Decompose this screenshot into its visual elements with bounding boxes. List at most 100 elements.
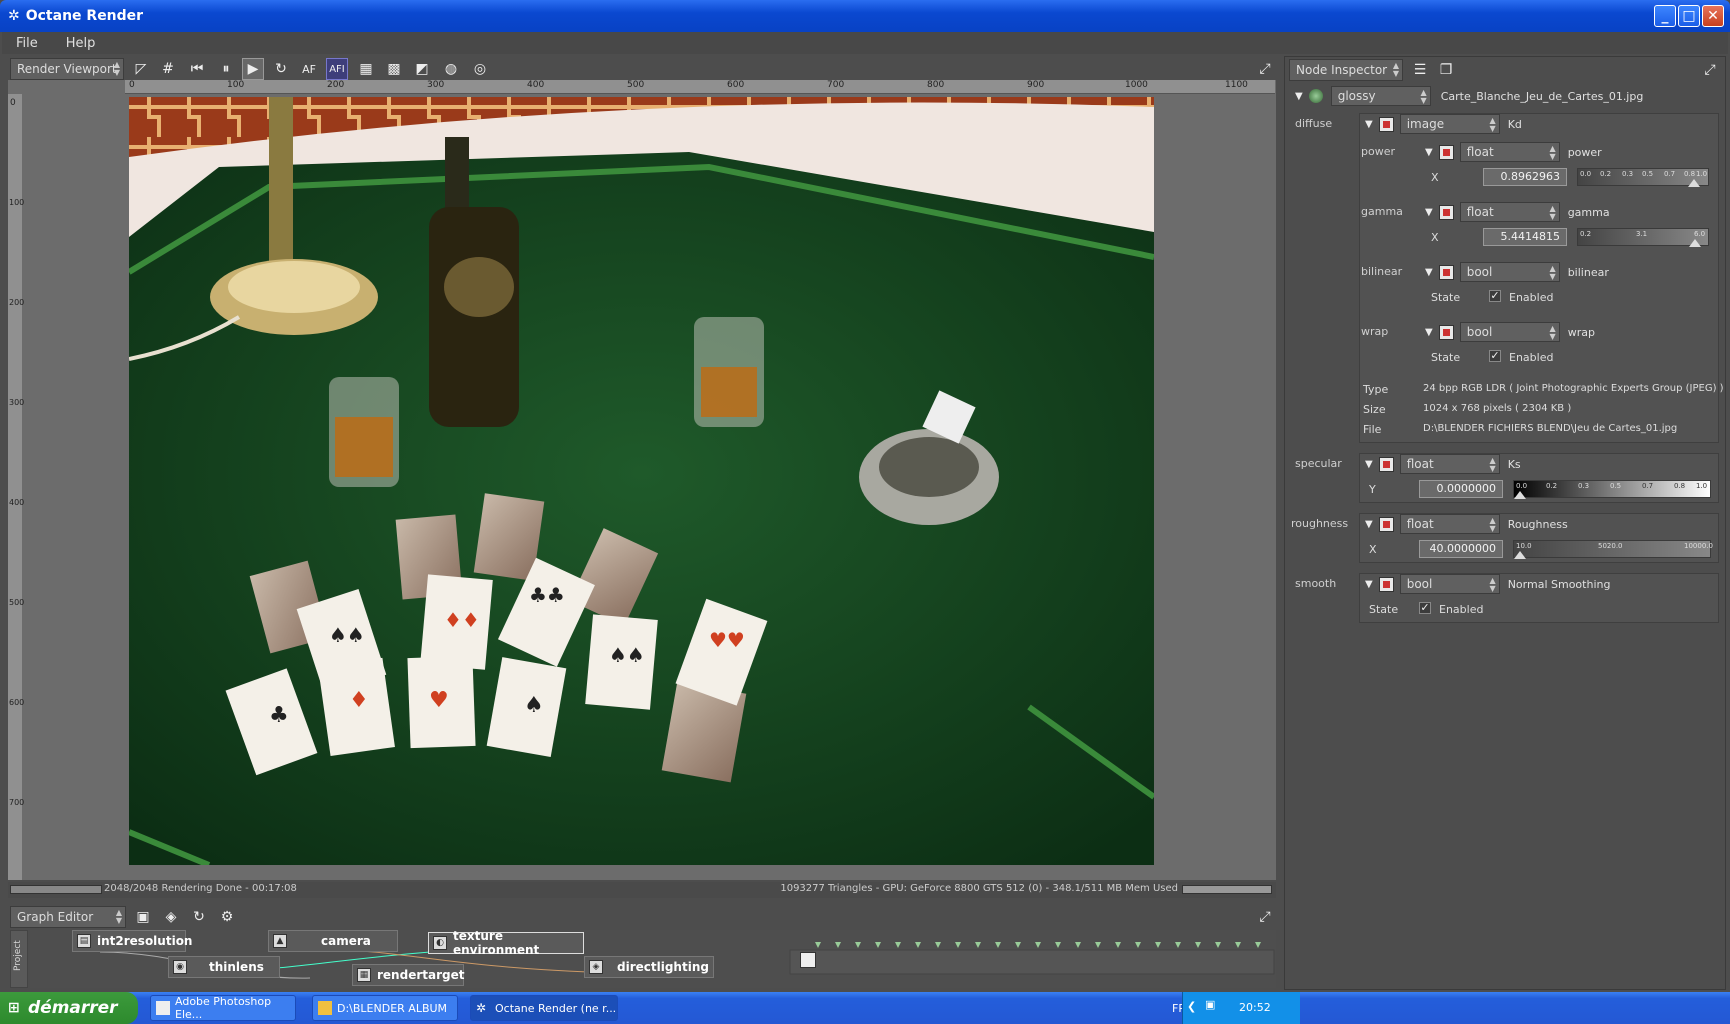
viewport-mode-select[interactable]: Render Viewport ▲ ▼ xyxy=(10,58,124,80)
bilinear-type-select[interactable]: bool ▲ ▼ xyxy=(1459,262,1560,282)
graph-editor-select[interactable]: Graph Editor ▲ ▼ xyxy=(10,906,126,928)
specular-value-field[interactable]: 0.0000000 xyxy=(1419,480,1503,498)
clock[interactable]: 20:52 xyxy=(1239,1001,1271,1014)
slider-thumb[interactable] xyxy=(1514,491,1526,499)
slider-thumb[interactable] xyxy=(1514,551,1526,559)
smooth-node-header[interactable]: ▼ bool ▲ ▼ Normal Smoothing xyxy=(1365,573,1610,595)
specular-node-header[interactable]: ▼ float ▲ ▼ Ks xyxy=(1365,453,1521,475)
alpha-icon[interactable]: ◩ xyxy=(411,58,433,80)
diffuse-type-select[interactable]: image ▲ ▼ xyxy=(1399,114,1500,134)
svg-text:♠♠: ♠♠ xyxy=(609,643,645,667)
minimize-button[interactable]: _ xyxy=(1654,5,1676,27)
collapse-icon[interactable]: ☰ xyxy=(1409,59,1431,81)
float-node-icon xyxy=(1378,456,1394,472)
network-icon[interactable]: ▣ xyxy=(1205,998,1215,1011)
task-octane[interactable]: ✲ Octane Render (ne r... xyxy=(470,995,618,1021)
specular-slider[interactable]: 0.0 0.2 0.3 0.5 0.7 0.8 1.0 xyxy=(1513,480,1711,499)
bilinear-label: bilinear xyxy=(1361,265,1403,278)
slider-thumb[interactable] xyxy=(1689,239,1702,247)
updown-arrows-icon: ▲ ▼ xyxy=(1489,456,1496,473)
copy-icon[interactable]: ❐ xyxy=(1435,59,1457,81)
root-node-row[interactable]: ▼ glossy ▲ ▼ Carte_Blanche_Jeu_de_Cartes_0… xyxy=(1295,85,1715,107)
task-photoshop[interactable]: Adobe Photoshop Ele... xyxy=(150,995,296,1021)
gamma-type-select[interactable]: float ▲ ▼ xyxy=(1459,202,1560,222)
title-bar[interactable]: ✲ Octane Render _ □ ✕ xyxy=(0,0,1730,32)
roughness-slider[interactable]: 10.0 5020.0 10000.0 xyxy=(1513,540,1713,559)
bilinear-checkbox[interactable]: ✓ xyxy=(1489,290,1501,302)
expand-inspector-icon[interactable]: ⤢ xyxy=(1699,59,1721,81)
ruler-tick: 800 xyxy=(927,80,945,90)
menu-file[interactable]: File xyxy=(2,36,52,51)
settings-icon[interactable]: ⚙ xyxy=(216,906,238,928)
region-icon[interactable]: ▦ xyxy=(355,58,377,80)
roughness-node-header[interactable]: ▼ float ▲ ▼ Roughness xyxy=(1365,513,1568,535)
autofocus-picker-button[interactable]: AFI xyxy=(326,58,348,80)
power-scale-0: 0.0 xyxy=(1580,170,1592,178)
gamma-slider[interactable]: 0.2 3.1 6.0 xyxy=(1577,228,1709,247)
wrap-type-select[interactable]: bool ▲ ▼ xyxy=(1459,322,1560,342)
close-button[interactable]: ✕ xyxy=(1702,5,1724,27)
expand-graph-icon[interactable]: ⤢ xyxy=(1254,906,1276,928)
graph-node-texture-environment[interactable]: ◐ texture environment xyxy=(428,929,584,957)
svg-text:♦: ♦ xyxy=(349,688,369,713)
task-label: Octane Render (ne r... xyxy=(495,1001,617,1015)
bilinear-node-header[interactable]: ▼ bool ▲ ▼ bilinear xyxy=(1425,261,1609,283)
folder-icon xyxy=(318,1001,332,1015)
power-node-header[interactable]: ▼ float ▲ ▼ power xyxy=(1425,141,1602,163)
refresh-icon[interactable]: ↻ xyxy=(270,58,292,80)
graph-node-camera[interactable]: ▲ camera xyxy=(268,930,398,952)
smooth-checkbox[interactable]: ✓ xyxy=(1419,602,1431,614)
material-sphere-icon xyxy=(1308,89,1323,103)
graph-node-directlighting[interactable]: ◈ directlighting xyxy=(584,956,714,978)
start-button[interactable]: ⊞ démarrer xyxy=(0,992,138,1024)
smooth-type-label: bool xyxy=(1406,577,1433,591)
graph-node-thinlens[interactable]: ◉ thinlens xyxy=(168,956,280,978)
inspector-select[interactable]: Node Inspector ▲ ▼ xyxy=(1289,59,1403,81)
ruler-tick: 300 xyxy=(9,398,25,407)
diffuse-node-header[interactable]: ▼ image ▲ ▼ Kd xyxy=(1365,113,1522,135)
wrap-node-header[interactable]: ▼ bool ▲ ▼ wrap xyxy=(1425,321,1595,343)
smooth-type-select[interactable]: bool ▲ ▼ xyxy=(1399,574,1500,594)
menu-help[interactable]: Help xyxy=(52,36,110,51)
export-render-icon[interactable]: ◎ xyxy=(469,58,491,80)
power-slider[interactable]: 0.0 0.2 0.3 0.5 0.7 0.8 1.0 xyxy=(1577,168,1709,187)
show-hidden-icons-icon[interactable]: ❮ xyxy=(1187,1000,1196,1013)
specular-type-select[interactable]: float ▲ ▼ xyxy=(1399,454,1500,474)
autofocus-button[interactable]: AF xyxy=(298,58,320,80)
expand-viewport-icon[interactable]: ⤢ xyxy=(1254,58,1276,80)
play-render-icon[interactable]: ▶ xyxy=(242,58,264,80)
task-explorer[interactable]: D:\BLENDER ALBUM xyxy=(312,995,458,1021)
svg-text:♠: ♠ xyxy=(524,693,544,718)
viewport-mode-label: Render Viewport xyxy=(17,62,117,76)
updown-arrows-icon: ▲ ▼ xyxy=(1420,88,1427,105)
updown-arrows-icon: ▲ ▼ xyxy=(1489,516,1496,533)
grid-tool-icon[interactable]: # xyxy=(157,58,179,80)
graph-editor-label: Graph Editor xyxy=(17,910,94,924)
pick-tool-icon[interactable]: ◸ xyxy=(130,58,152,80)
graph-node-rendertarget[interactable]: ▦ rendertarget xyxy=(352,964,464,986)
graph-node-int2resolution[interactable]: ▤ int2resolution xyxy=(72,930,192,952)
maximize-button[interactable]: □ xyxy=(1678,5,1700,27)
task-label: D:\BLENDER ALBUM xyxy=(337,1001,448,1015)
power-scale-4: 0.7 xyxy=(1664,170,1676,178)
specular-name: Ks xyxy=(1507,457,1521,471)
slider-thumb[interactable] xyxy=(1688,179,1701,187)
wrap-checkbox[interactable]: ✓ xyxy=(1489,350,1501,362)
project-side-tab[interactable]: Project xyxy=(10,930,28,988)
material-icon[interactable]: ◈ xyxy=(160,906,182,928)
roughness-value-field[interactable]: 40.0000000 xyxy=(1419,540,1503,558)
gamma-value-field[interactable]: 5.4414815 xyxy=(1483,228,1567,246)
reload-icon[interactable]: ↻ xyxy=(188,906,210,928)
save-render-icon[interactable]: ◍ xyxy=(440,58,462,80)
power-scale-3: 0.5 xyxy=(1642,170,1654,178)
output-node-icon[interactable] xyxy=(800,952,816,968)
root-type-select[interactable]: glossy ▲ ▼ xyxy=(1330,86,1431,106)
power-type-select[interactable]: float ▲ ▼ xyxy=(1459,142,1560,162)
restart-render-icon[interactable]: ⏮ xyxy=(186,58,208,80)
checker-icon[interactable]: ▩ xyxy=(383,58,405,80)
power-value-field[interactable]: 0.8962963 xyxy=(1483,168,1567,186)
add-node-icon[interactable]: ▣ xyxy=(132,906,154,928)
roughness-type-select[interactable]: float ▲ ▼ xyxy=(1399,514,1500,534)
pause-render-icon[interactable]: ⏸ xyxy=(215,58,237,80)
gamma-node-header[interactable]: ▼ float ▲ ▼ gamma xyxy=(1425,201,1610,223)
